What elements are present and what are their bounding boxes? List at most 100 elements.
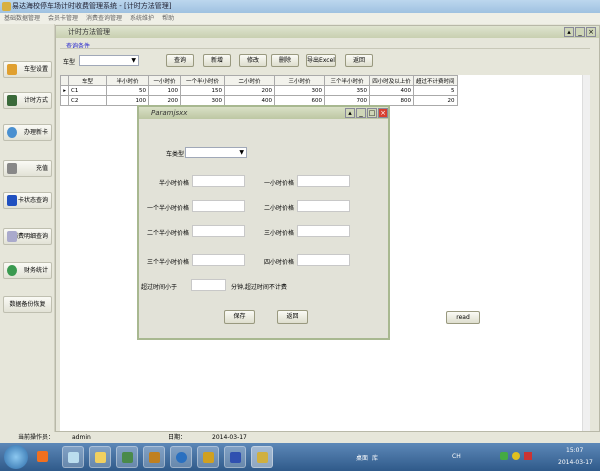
table-row[interactable]: C2 100 200 300 400 600 700 800 20 (60, 95, 458, 106)
cell[interactable]: 150 (180, 85, 225, 96)
cell[interactable]: 800 (369, 95, 414, 106)
field-label: 四小时价格 (263, 259, 294, 266)
export-excel-button[interactable]: 导出Excel (306, 54, 336, 67)
close-icon[interactable]: × (378, 108, 388, 118)
dialog-back-button[interactable]: 返回 (277, 310, 308, 324)
language-indicator[interactable]: CH (452, 453, 461, 460)
cell[interactable]: 300 (180, 95, 225, 106)
col-header[interactable]: 二小时价 (224, 75, 275, 86)
col-header[interactable]: 三个半小时价 (324, 75, 370, 86)
free-time-label: 超过时间小于 (140, 284, 177, 291)
cell[interactable]: 5 (413, 85, 458, 96)
mdi-title-bar: 计时方法管理 (56, 26, 599, 38)
minimize-icon[interactable]: _ (575, 27, 585, 37)
save-button[interactable]: 保存 (224, 310, 255, 324)
field-label: 二小时价格 (263, 205, 294, 212)
menu-system[interactable]: 系统维护 (130, 15, 154, 22)
cell[interactable]: C1 (68, 85, 107, 96)
menu-consume-query[interactable]: 消费查询管理 (86, 15, 122, 22)
media-player-icon[interactable] (32, 446, 54, 468)
restore-icon[interactable]: ▴ (564, 27, 574, 37)
minimize-icon[interactable]: _ (356, 108, 366, 118)
col-header[interactable]: 四小时及以上价 (369, 75, 414, 86)
delete-button[interactable]: 删除 (271, 54, 299, 67)
dialog-car-type-select[interactable]: ▼ (185, 147, 247, 158)
explorer-icon[interactable] (89, 446, 111, 468)
menu-basic-data[interactable]: 基础数据管理 (4, 15, 40, 22)
app-icon (2, 2, 11, 11)
app-icon[interactable] (143, 446, 165, 468)
recharge-icon (7, 163, 17, 174)
param-dialog: Paramjsxx ▴ _ □ × 车类型 ▼ 半小时价格 一小时价格 一个半小… (137, 105, 390, 340)
sidebar-timing[interactable]: 计时方式 (3, 92, 52, 109)
col-header[interactable]: 超过不计费时间 (413, 75, 458, 86)
tray-icon[interactable] (524, 452, 532, 460)
cell[interactable]: 100 (106, 95, 149, 106)
desktop-toolbar[interactable]: 桌面 (356, 453, 368, 462)
cell[interactable]: 600 (274, 95, 325, 106)
sidebar-card-status[interactable]: 卡状态查询 (3, 192, 52, 209)
add-button[interactable]: 新增 (203, 54, 231, 67)
col-header[interactable]: 三小时价 (274, 75, 325, 86)
app-icon[interactable] (62, 446, 84, 468)
cell[interactable]: 200 (148, 95, 181, 106)
sogou-icon[interactable] (170, 446, 192, 468)
sidebar-new-card[interactable]: 办理新卡 (3, 124, 52, 141)
four-hour-price-input[interactable] (297, 254, 350, 266)
col-header[interactable]: 一个半小时价 (180, 75, 225, 86)
status-bar: 当前操作员： admin 日期： 2014-03-17 (0, 432, 600, 443)
two-half-hour-price-input[interactable] (192, 225, 245, 237)
computer-icon[interactable] (116, 446, 138, 468)
word-icon[interactable] (224, 446, 246, 468)
read-button[interactable]: read (446, 311, 480, 324)
maximize-icon[interactable]: □ (367, 108, 377, 118)
cell[interactable]: 350 (324, 85, 370, 96)
three-half-hour-price-input[interactable] (192, 254, 245, 266)
one-hour-price-input[interactable] (297, 175, 350, 187)
tray-icon[interactable] (512, 452, 520, 460)
table-row[interactable]: ▸ C1 50 100 150 200 300 350 400 5 (60, 85, 458, 96)
start-button[interactable] (4, 445, 28, 469)
cell[interactable]: 400 (224, 95, 275, 106)
three-hour-price-input[interactable] (297, 225, 350, 237)
parking-app-icon[interactable] (251, 446, 273, 468)
query-button[interactable]: 查询 (166, 54, 194, 67)
menu-help[interactable]: 帮助 (162, 15, 174, 22)
restore-icon[interactable]: ▴ (345, 108, 355, 118)
edit-button[interactable]: 修改 (239, 54, 267, 67)
col-header[interactable]: 半小时价 (106, 75, 149, 86)
cell[interactable]: 50 (106, 85, 149, 96)
car-type-select[interactable]: ▼ (79, 55, 139, 66)
half-hour-price-input[interactable] (192, 175, 245, 187)
cell[interactable]: 20 (413, 95, 458, 106)
7zip-icon[interactable] (197, 446, 219, 468)
clock-time[interactable]: 15:07 (566, 447, 583, 454)
security-tray-icon[interactable] (500, 452, 508, 460)
card-icon (7, 127, 17, 138)
car-type-icon (7, 64, 17, 75)
sidebar-car-type[interactable]: 车型设置 (3, 61, 52, 78)
menu-member-card[interactable]: 会员卡管理 (48, 15, 78, 22)
back-button[interactable]: 返回 (345, 54, 373, 67)
clock-date[interactable]: 2014-03-17 (558, 459, 593, 466)
sidebar-backup[interactable]: 数据备份恢复 (3, 296, 52, 313)
sidebar-recharge[interactable]: 充值 (3, 160, 52, 177)
two-hour-price-input[interactable] (297, 200, 350, 212)
cell[interactable]: 100 (148, 85, 181, 96)
close-icon[interactable]: × (586, 27, 596, 37)
cell[interactable]: 700 (324, 95, 370, 106)
free-minutes-input[interactable] (191, 279, 226, 291)
cell[interactable]: 300 (274, 85, 325, 96)
sidebar-consume-detail[interactable]: 消费明细查询 (3, 228, 52, 245)
library-toolbar[interactable]: 库 (372, 453, 378, 462)
col-header[interactable]: 一小时价 (148, 75, 181, 86)
cell[interactable]: 200 (224, 85, 275, 96)
mdi-title: 计时方法管理 (68, 28, 110, 36)
one-half-hour-price-input[interactable] (192, 200, 245, 212)
col-header[interactable]: 车型 (68, 75, 107, 86)
cell[interactable]: 400 (369, 85, 414, 96)
sidebar-finance[interactable]: 财务统计 (3, 262, 52, 279)
cell[interactable]: C2 (68, 95, 107, 106)
vertical-scrollbar[interactable] (582, 75, 590, 431)
pricing-table: 车型 半小时价 一小时价 一个半小时价 二小时价 三小时价 三个半小时价 四小时… (60, 75, 458, 106)
